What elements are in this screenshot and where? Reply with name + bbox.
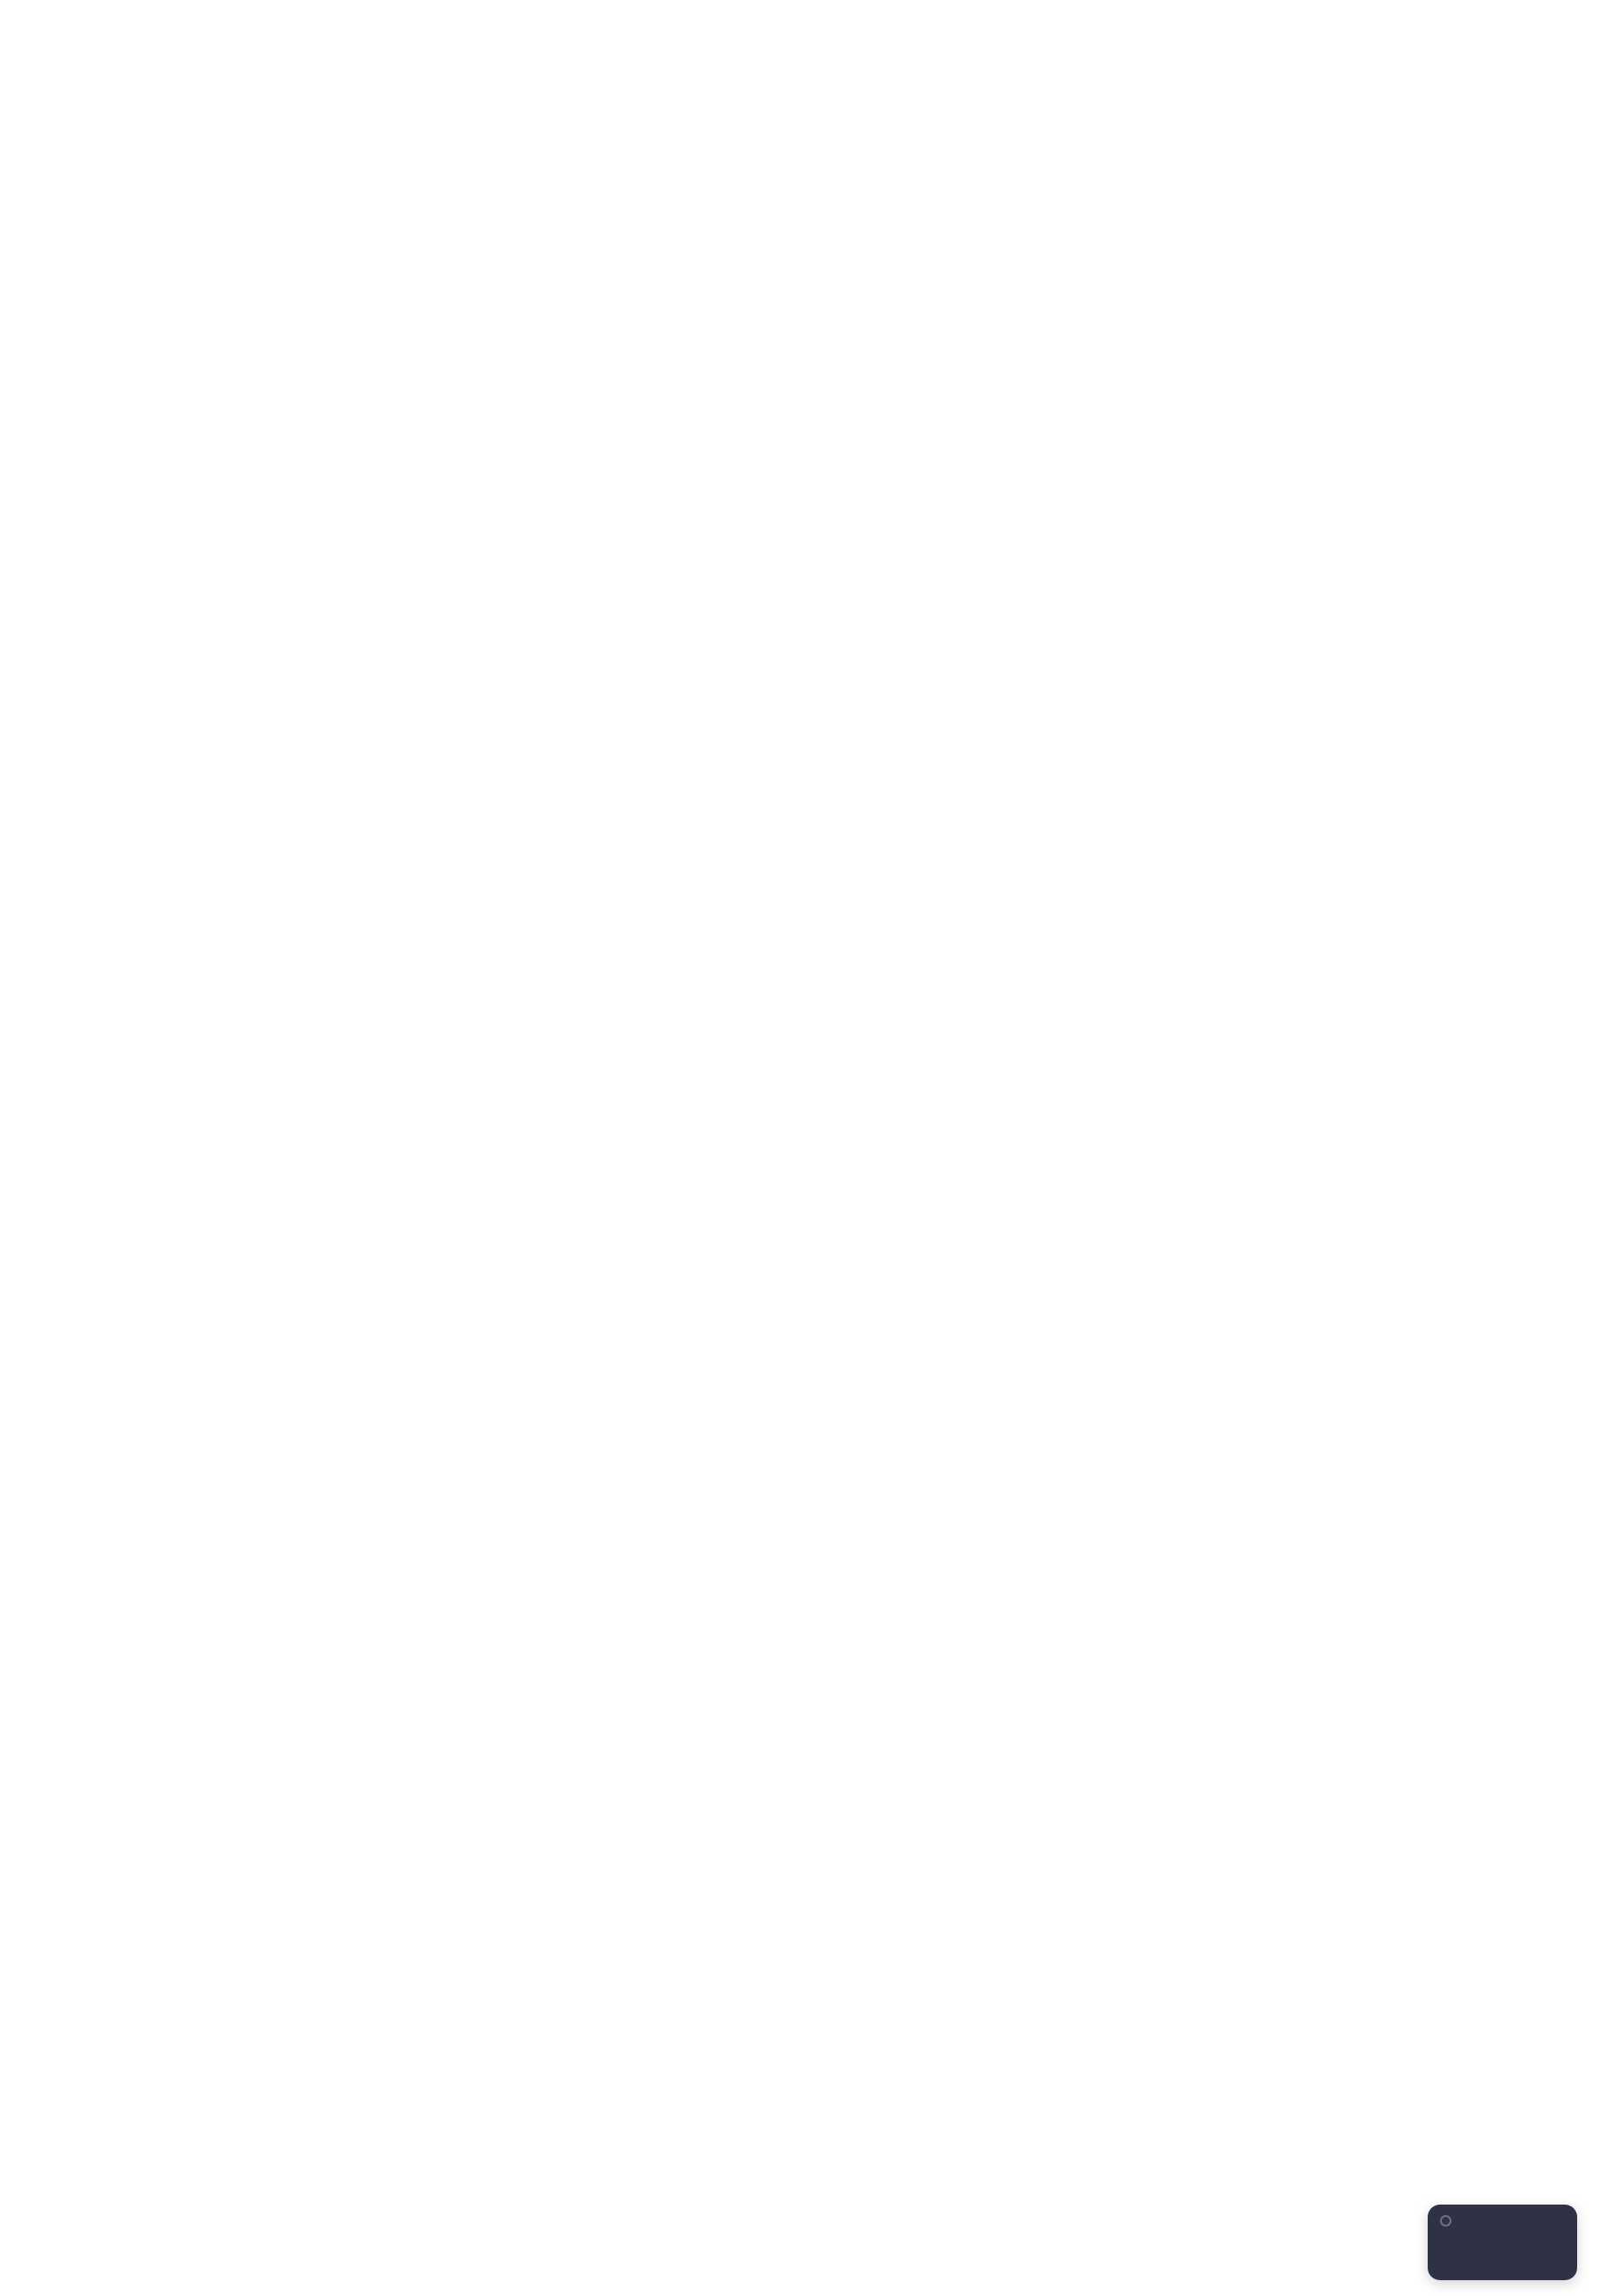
watermark-dot-icon [1440, 2215, 1451, 2227]
watermark-badge [1428, 2205, 1577, 2280]
icon-pack-page [0, 0, 1600, 2296]
icon-grid [0, 0, 1600, 53]
